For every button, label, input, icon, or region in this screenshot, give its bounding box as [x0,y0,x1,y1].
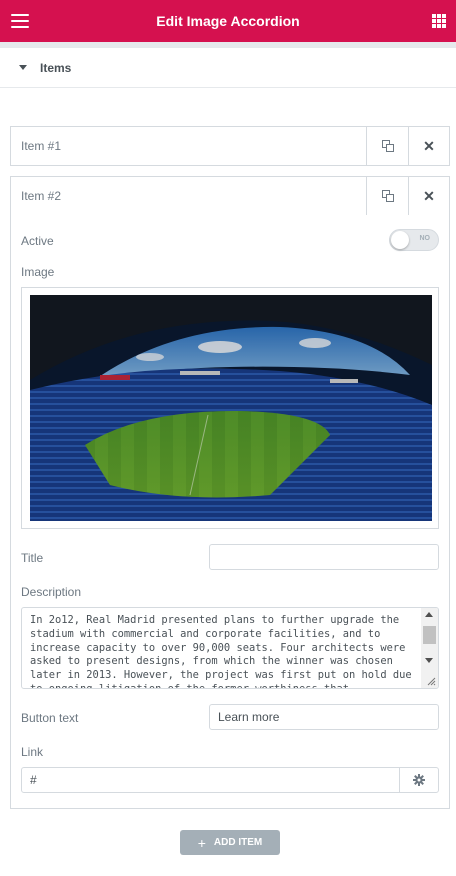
link-field[interactable]: # [21,767,439,793]
close-icon: ✕ [423,138,435,154]
section-label: Items [40,60,72,75]
stadium-image [30,295,432,521]
gear-icon [413,774,425,786]
item-title[interactable]: Item #2 [11,177,367,215]
remove-item-button[interactable]: ✕ [408,177,449,215]
copy-icon [381,140,394,152]
section-items-toggle[interactable]: Items [0,48,456,88]
add-item-button[interactable]: + ADD ITEM [180,830,280,855]
item-title[interactable]: Item #1 [11,127,367,165]
panel-title: Edit Image Accordion [156,13,300,29]
button-text-label: Button text [21,711,79,725]
hamburger-icon[interactable] [11,14,29,28]
active-label: Active [21,234,54,248]
link-options-button[interactable] [399,768,438,792]
image-picker[interactable] [21,287,439,529]
image-label: Image [21,265,55,279]
grid-icon[interactable] [432,14,446,28]
active-toggle[interactable]: NO [389,229,439,251]
remove-item-button[interactable]: ✕ [408,127,449,165]
copy-icon [381,190,394,202]
toggle-knob [391,231,409,249]
title-label: Title [21,551,44,565]
description-textarea[interactable]: In 2o12, Real Madrid presented plans to … [21,607,439,689]
plus-icon: + [197,834,206,851]
description-text[interactable]: In 2o12, Real Madrid presented plans to … [30,614,420,688]
caret-down-icon [19,65,27,70]
description-label: Description [21,585,82,599]
duplicate-item-button[interactable] [367,127,408,165]
scroll-up-icon[interactable] [425,612,433,617]
editor-header: Edit Image Accordion [0,0,456,42]
repeater-item-2[interactable]: Item #2 ✕ [10,176,450,216]
close-icon: ✕ [423,188,435,204]
link-input[interactable]: # [22,768,399,792]
item-2-settings-panel: Active NO Image Title Description In 2o1… [10,215,450,809]
button-text-input[interactable]: Learn more [209,704,439,730]
link-label: Link [21,745,44,759]
add-item-label: ADD ITEM [213,837,263,848]
scroll-down-icon[interactable] [425,658,433,663]
title-input[interactable] [209,544,439,570]
scroll-thumb[interactable] [423,626,436,644]
toggle-state-text: NO [419,235,431,242]
repeater-item-1[interactable]: Item #1 ✕ [10,126,450,166]
duplicate-item-button[interactable] [367,177,408,215]
resize-grip-icon[interactable] [426,676,436,686]
